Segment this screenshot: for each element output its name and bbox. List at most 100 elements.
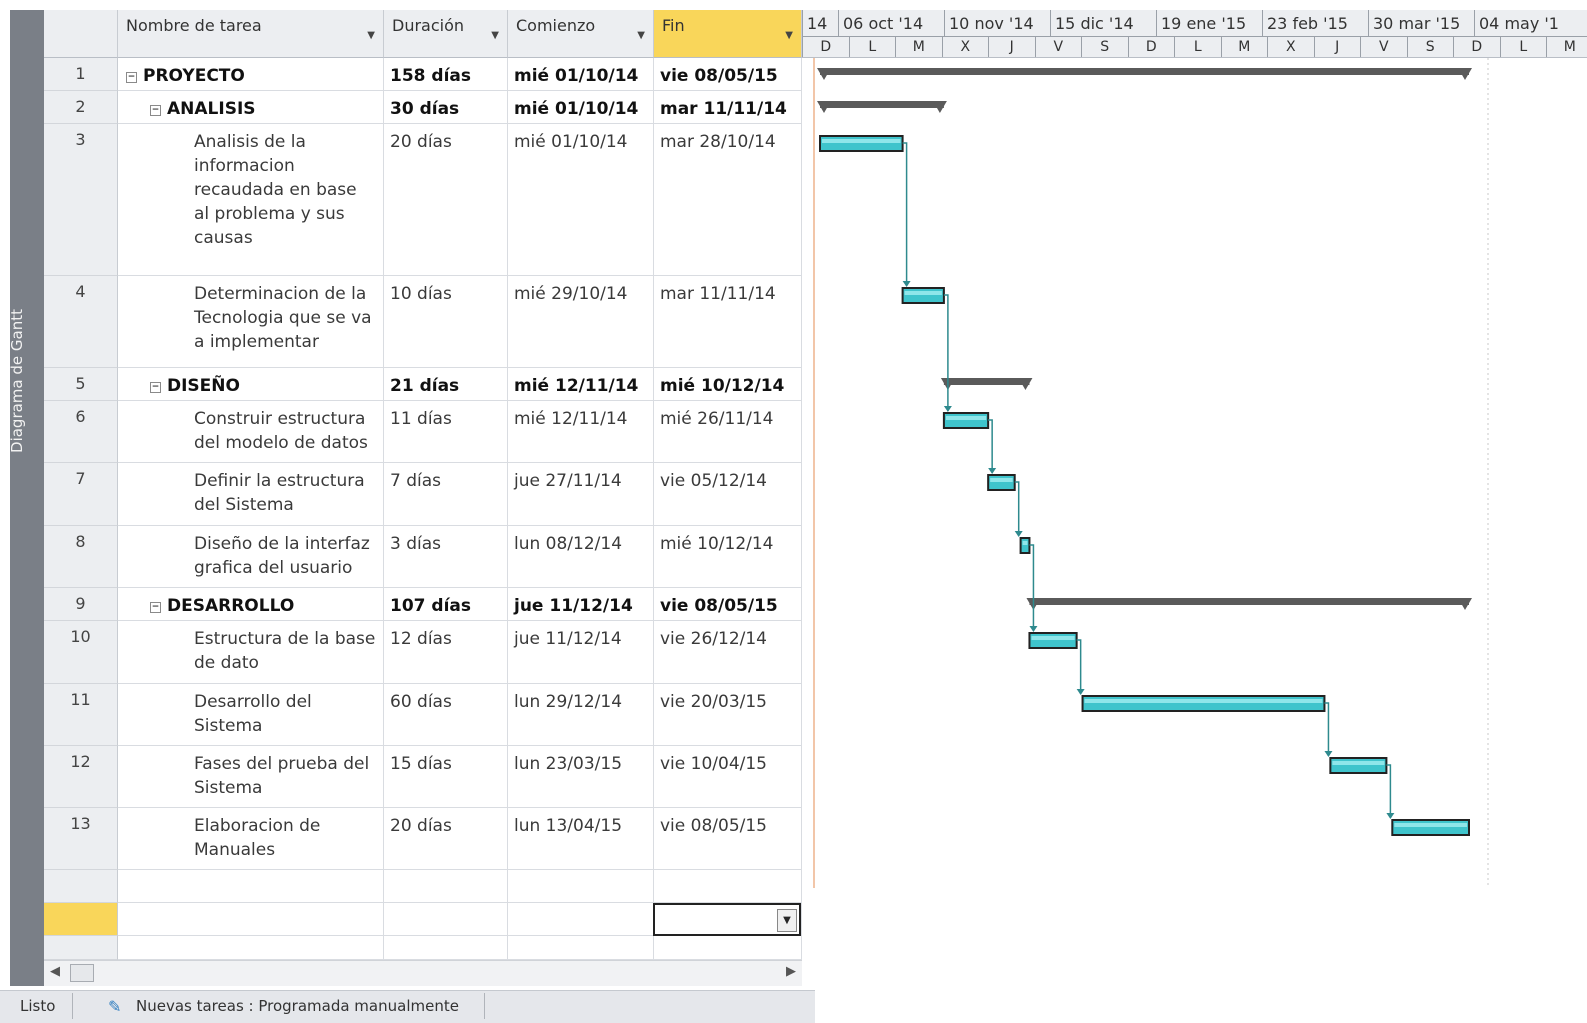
row-number[interactable]: 11 bbox=[44, 684, 118, 746]
task-name-cell[interactable]: Fases del prueba del Sistema bbox=[118, 746, 384, 808]
task-start-cell[interactable]: jue 27/11/14 bbox=[508, 463, 654, 526]
collapse-toggle-icon[interactable]: − bbox=[126, 72, 137, 83]
task-start-cell[interactable]: jue 11/12/14 bbox=[508, 621, 654, 684]
row-number[interactable]: 2 bbox=[44, 91, 118, 124]
empty-cell[interactable] bbox=[384, 903, 508, 936]
empty-cell[interactable] bbox=[384, 936, 508, 960]
empty-cell[interactable] bbox=[118, 903, 384, 936]
task-name-cell[interactable]: − DISEÑO bbox=[118, 368, 384, 401]
task-name-cell[interactable]: − DESARROLLO bbox=[118, 588, 384, 621]
dropdown-arrow-icon[interactable]: ▼ bbox=[785, 30, 793, 41]
task-start-cell[interactable]: mié 01/10/14 bbox=[508, 91, 654, 124]
task-name-cell[interactable]: Diseño de la interfaz grafica del usuari… bbox=[118, 526, 384, 588]
scroll-right-icon[interactable]: ▶ bbox=[786, 964, 796, 979]
dropdown-arrow-icon[interactable]: ▼ bbox=[637, 30, 645, 41]
select-all-corner[interactable] bbox=[44, 10, 118, 58]
task-name-cell[interactable]: Estructura de la base de dato bbox=[118, 621, 384, 684]
task-duration-cell[interactable]: 21 días bbox=[384, 368, 508, 401]
task-duration-cell[interactable]: 10 días bbox=[384, 276, 508, 368]
task-finish-cell[interactable]: mié 26/11/14 bbox=[654, 401, 802, 463]
task-finish-cell[interactable]: vie 10/04/15 bbox=[654, 746, 802, 808]
task-finish-cell[interactable]: vie 05/12/14 bbox=[654, 463, 802, 526]
row-number[interactable] bbox=[44, 903, 118, 936]
task-duration-cell[interactable]: 7 días bbox=[384, 463, 508, 526]
task-finish-cell[interactable]: vie 08/05/15 bbox=[654, 588, 802, 621]
empty-cell[interactable] bbox=[384, 870, 508, 903]
task-duration-cell[interactable]: 20 días bbox=[384, 124, 508, 276]
task-finish-cell[interactable]: vie 20/03/15 bbox=[654, 684, 802, 746]
task-finish-cell[interactable]: mar 11/11/14 bbox=[654, 91, 802, 124]
column-header-duration[interactable]: Duración ▼ bbox=[384, 10, 508, 58]
scroll-left-icon[interactable]: ◀ bbox=[50, 964, 60, 979]
task-start-cell[interactable]: lun 29/12/14 bbox=[508, 684, 654, 746]
task-finish-cell[interactable]: vie 08/05/15 bbox=[654, 58, 802, 91]
task-duration-cell[interactable]: 30 días bbox=[384, 91, 508, 124]
task-name-cell[interactable]: Construir estructura del modelo de datos bbox=[118, 401, 384, 463]
task-duration-cell[interactable]: 20 días bbox=[384, 808, 508, 870]
task-finish-cell[interactable]: mié 10/12/14 bbox=[654, 526, 802, 588]
empty-cell[interactable] bbox=[118, 936, 384, 960]
task-start-cell[interactable]: lun 13/04/15 bbox=[508, 808, 654, 870]
task-start-cell[interactable]: mié 12/11/14 bbox=[508, 401, 654, 463]
empty-cell[interactable] bbox=[654, 870, 802, 903]
task-duration-cell[interactable]: 158 días bbox=[384, 58, 508, 91]
task-start-cell[interactable]: jue 11/12/14 bbox=[508, 588, 654, 621]
task-name-cell[interactable]: Definir la estructura del Sistema bbox=[118, 463, 384, 526]
task-start-cell[interactable]: mié 29/10/14 bbox=[508, 276, 654, 368]
row-number[interactable]: 5 bbox=[44, 368, 118, 401]
task-finish-cell[interactable]: mié 10/12/14 bbox=[654, 368, 802, 401]
task-name-cell[interactable]: Desarrollo del Sistema bbox=[118, 684, 384, 746]
empty-cell[interactable] bbox=[508, 936, 654, 960]
task-name-cell[interactable]: − ANALISIS bbox=[118, 91, 384, 124]
view-bar[interactable] bbox=[10, 10, 44, 986]
row-number[interactable]: 7 bbox=[44, 463, 118, 526]
column-header-start[interactable]: Comienzo ▼ bbox=[508, 10, 654, 58]
row-number[interactable]: 10 bbox=[44, 621, 118, 684]
collapse-toggle-icon[interactable]: − bbox=[150, 602, 161, 613]
row-number[interactable]: 9 bbox=[44, 588, 118, 621]
task-start-cell[interactable]: lun 23/03/15 bbox=[508, 746, 654, 808]
task-finish-cell[interactable]: vie 08/05/15 bbox=[654, 808, 802, 870]
collapse-toggle-icon[interactable]: − bbox=[150, 382, 161, 393]
empty-cell[interactable] bbox=[508, 903, 654, 936]
task-duration-cell[interactable]: 60 días bbox=[384, 684, 508, 746]
task-name-cell[interactable]: − PROYECTO bbox=[118, 58, 384, 91]
task-finish-cell[interactable]: vie 26/12/14 bbox=[654, 621, 802, 684]
finish-date-editor[interactable]: ▼ bbox=[653, 903, 801, 936]
status-new-tasks[interactable]: Nuevas tareas : Programada manualmente bbox=[136, 997, 459, 1015]
row-number[interactable]: 3 bbox=[44, 124, 118, 276]
row-number[interactable]: 4 bbox=[44, 276, 118, 368]
grid-horizontal-scrollbar[interactable]: ◀ ▶ bbox=[44, 960, 802, 986]
row-number[interactable]: 6 bbox=[44, 401, 118, 463]
task-duration-cell[interactable]: 15 días bbox=[384, 746, 508, 808]
row-number[interactable]: 12 bbox=[44, 746, 118, 808]
task-duration-cell[interactable]: 3 días bbox=[384, 526, 508, 588]
task-duration-cell[interactable]: 107 días bbox=[384, 588, 508, 621]
dropdown-arrow-icon[interactable]: ▼ bbox=[491, 30, 499, 41]
task-start-cell[interactable]: mié 12/11/14 bbox=[508, 368, 654, 401]
row-number[interactable]: 1 bbox=[44, 58, 118, 91]
task-finish-cell[interactable]: mar 28/10/14 bbox=[654, 124, 802, 276]
row-number[interactable]: 13 bbox=[44, 808, 118, 870]
task-name-cell[interactable]: Elaboracion de Manuales bbox=[118, 808, 384, 870]
task-duration-cell[interactable]: 11 días bbox=[384, 401, 508, 463]
task-name-cell[interactable]: Analisis de la informacion recaudada en … bbox=[118, 124, 384, 276]
empty-cell[interactable] bbox=[654, 936, 802, 960]
dropdown-arrow-icon[interactable]: ▼ bbox=[367, 30, 375, 41]
task-start-cell[interactable]: lun 08/12/14 bbox=[508, 526, 654, 588]
task-name-cell[interactable]: Determinacion de la Tecnologia que se va… bbox=[118, 276, 384, 368]
task-start-cell[interactable]: mié 01/10/14 bbox=[508, 124, 654, 276]
collapse-toggle-icon[interactable]: − bbox=[150, 105, 161, 116]
task-start-cell[interactable]: mié 01/10/14 bbox=[508, 58, 654, 91]
empty-cell[interactable] bbox=[118, 870, 384, 903]
column-header-name[interactable]: Nombre de tarea ▼ bbox=[118, 10, 384, 58]
column-header-finish[interactable]: Fin ▼ bbox=[654, 10, 802, 58]
row-number[interactable] bbox=[44, 870, 118, 903]
dropdown-arrow-icon[interactable]: ▼ bbox=[777, 909, 797, 932]
empty-cell[interactable] bbox=[508, 870, 654, 903]
scroll-thumb[interactable] bbox=[70, 964, 94, 982]
row-number[interactable]: 8 bbox=[44, 526, 118, 588]
task-duration-cell[interactable]: 12 días bbox=[384, 621, 508, 684]
task-finish-cell[interactable]: mar 11/11/14 bbox=[654, 276, 802, 368]
row-number[interactable] bbox=[44, 936, 118, 960]
